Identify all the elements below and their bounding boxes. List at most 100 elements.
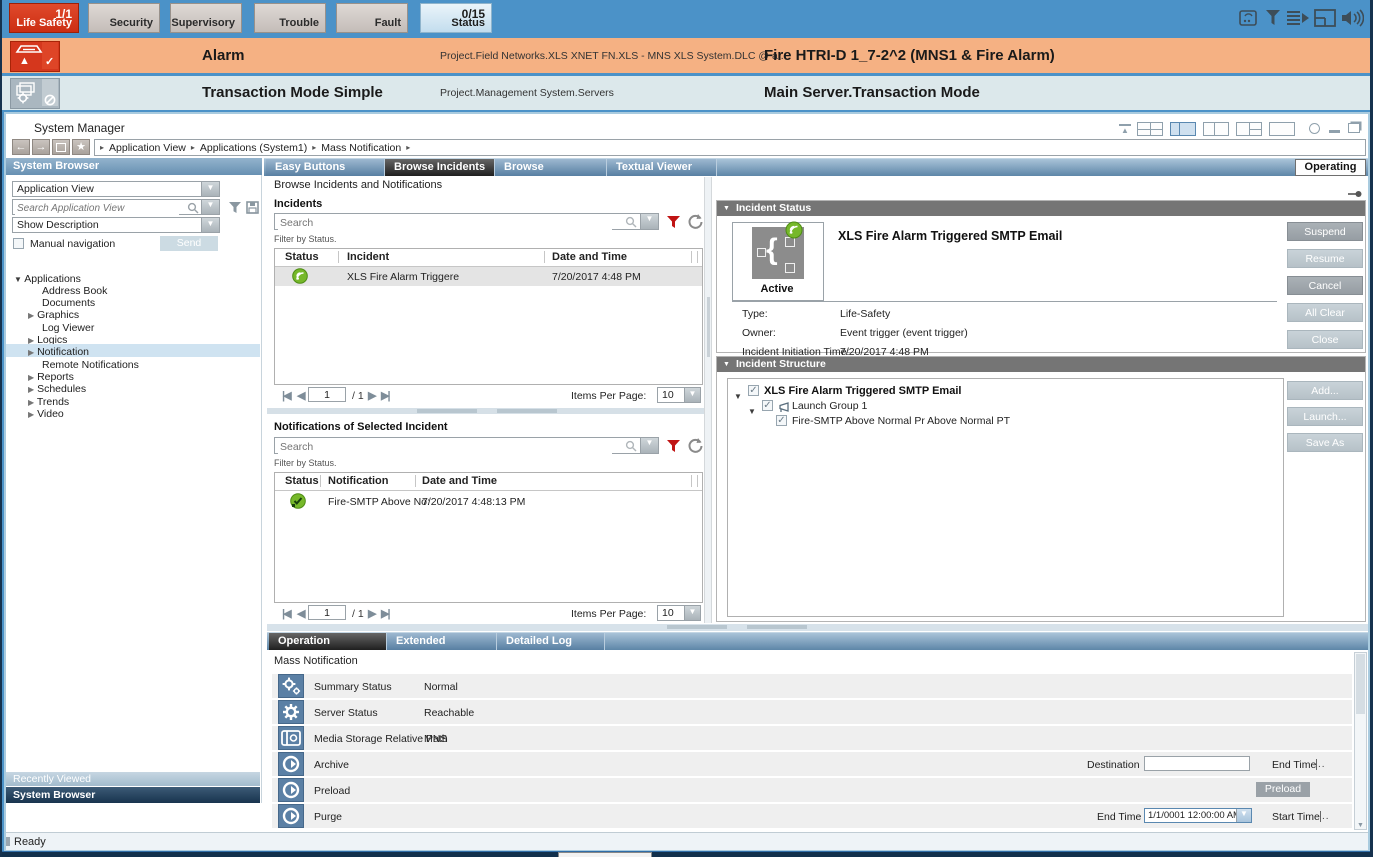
notifications-search[interactable] <box>274 437 659 454</box>
search-input[interactable] <box>15 201 179 215</box>
structure-root-label[interactable]: XLS Fire Alarm Triggered SMTP Email <box>764 385 961 397</box>
chevron-down-icon[interactable] <box>201 182 219 196</box>
chevron-down-icon[interactable] <box>201 218 219 232</box>
structure-checkbox[interactable] <box>748 385 759 396</box>
structure-group-label[interactable]: Launch Group 1 <box>792 400 867 412</box>
cancel-button[interactable]: Cancel <box>1287 276 1363 295</box>
manual-navigation-checkbox[interactable] <box>13 238 24 249</box>
launch-button[interactable]: Launch... <box>1287 407 1363 426</box>
add-button[interactable]: Add... <box>1287 381 1363 400</box>
table-row[interactable]: XLS Fire Alarm Triggere 7/20/2017 4:48 P… <box>275 267 702 286</box>
alarm-banner[interactable]: ▲ ✓ Alarm Project.Field Networks.XLS XNE… <box>2 38 1370 73</box>
refresh-icon[interactable] <box>687 213 704 235</box>
tree-item-schedules[interactable]: Schedules <box>28 383 86 395</box>
expander-icon[interactable] <box>28 383 34 395</box>
chevron-down-icon[interactable] <box>201 200 219 214</box>
event-summary-icon[interactable] <box>1239 9 1261 27</box>
layout-grid4-icon[interactable] <box>1137 122 1163 136</box>
tree-item-trends[interactable]: Trends <box>28 396 69 408</box>
structure-checkbox[interactable] <box>762 400 773 411</box>
taskbar-button[interactable] <box>558 852 652 857</box>
horizontal-splitter[interactable] <box>267 408 709 414</box>
fault-button[interactable]: Fault <box>336 3 408 33</box>
expander-icon[interactable] <box>734 386 742 404</box>
tree-item-graphics[interactable]: Graphics <box>28 309 79 321</box>
minimize-icon[interactable] <box>1329 130 1340 133</box>
expander-icon[interactable] <box>748 401 756 419</box>
table-header[interactable]: Status Incident Date and Time <box>275 249 702 267</box>
incidents-search[interactable] <box>274 213 659 230</box>
close-button[interactable]: Close <box>1287 330 1363 349</box>
restore-icon[interactable] <box>1348 123 1360 133</box>
tab-extended-operation[interactable]: Extended Operation <box>387 633 497 650</box>
incident-status-header[interactable]: Incident Status <box>717 201 1365 216</box>
layout-single-icon[interactable] <box>1269 122 1295 136</box>
search-icon[interactable] <box>625 216 637 231</box>
speaker-icon[interactable] <box>1340 8 1362 26</box>
trouble-button[interactable]: Trouble <box>254 3 326 33</box>
suspend-button[interactable]: Suspend <box>1287 222 1363 241</box>
tab-browse-notifications[interactable]: Browse Notifications <box>495 159 607 176</box>
transaction-banner[interactable]: Transaction Mode Simple Project.Manageme… <box>2 76 1370 110</box>
last-page-icon[interactable] <box>381 607 389 620</box>
favorites-star-icon[interactable]: ★ <box>72 139 90 155</box>
collapse-icon[interactable]: ▲ <box>1119 124 1131 135</box>
preload-button[interactable]: Preload <box>1256 782 1310 797</box>
incident-structure-header[interactable]: Incident Structure <box>717 357 1365 372</box>
expander-icon[interactable] <box>28 309 34 321</box>
operating-mode-button[interactable]: Operating <box>1295 159 1366 176</box>
layout-grid2-icon[interactable] <box>1236 122 1262 136</box>
window-layout-icon[interactable] <box>1314 9 1336 27</box>
tree-item-documents[interactable]: Documents <box>42 297 95 309</box>
tree-item-video[interactable]: Video <box>28 408 64 420</box>
scrollbar-thumb[interactable] <box>1356 654 1365 714</box>
send-button[interactable]: Send <box>160 236 218 251</box>
all-clear-button[interactable]: All Clear <box>1287 303 1363 322</box>
tab-operation[interactable]: Operation <box>269 633 387 650</box>
vertical-splitter[interactable] <box>704 177 712 623</box>
tree-item-remote-notifications[interactable]: Remote Notifications <box>42 359 139 371</box>
save-icon[interactable] <box>246 201 259 219</box>
table-header[interactable]: Status Notification Date and Time <box>275 473 702 491</box>
tree-item-notification[interactable]: Notification <box>28 346 89 358</box>
status-button[interactable]: 0/15 Status <box>420 3 492 33</box>
chevron-down-icon[interactable] <box>640 214 658 229</box>
first-page-icon[interactable] <box>282 389 290 402</box>
filter-active-icon[interactable] <box>666 439 681 459</box>
breadcrumb-item[interactable]: Mass Notification <box>321 142 401 154</box>
layout-left-pane-icon[interactable] <box>1170 122 1196 136</box>
breadcrumb[interactable]: Application ViewApplications (System1)Ma… <box>94 139 1366 156</box>
description-dropdown[interactable]: Show Description <box>12 217 220 233</box>
forward-icon[interactable]: → <box>32 139 50 155</box>
tab-textual-viewer[interactable]: Textual Viewer <box>607 159 717 176</box>
tree-item-log-viewer[interactable]: Log Viewer <box>42 322 94 334</box>
tree-filter-icon[interactable] <box>228 201 242 220</box>
destination-input[interactable] <box>1144 756 1250 771</box>
search-input[interactable] <box>278 215 612 230</box>
ellipsis-icon[interactable]: .. <box>1316 759 1326 770</box>
chevron-down-icon[interactable] <box>684 606 700 620</box>
last-page-icon[interactable] <box>381 389 389 402</box>
expander-icon[interactable] <box>28 396 34 408</box>
resume-button[interactable]: Resume <box>1287 249 1363 268</box>
tab-browse-incidents[interactable]: Browse Incidents <box>385 159 495 176</box>
ellipsis-icon[interactable]: .. <box>1320 811 1330 822</box>
items-per-page-select[interactable]: 10 <box>657 605 701 621</box>
scroll-down-icon[interactable]: ▼ <box>1357 822 1364 829</box>
history-icon[interactable] <box>52 139 70 155</box>
pin-window-icon[interactable] <box>1309 123 1320 134</box>
chevron-down-icon[interactable] <box>684 388 700 402</box>
table-row[interactable]: Fire-SMTP Above No: 7/20/2017 4:48:13 PM <box>275 491 702 511</box>
view-dropdown[interactable]: Application View <box>12 181 220 197</box>
tree-item-address-book[interactable]: Address Book <box>42 285 107 297</box>
search-icon[interactable] <box>625 440 637 455</box>
items-per-page-select[interactable]: 10 <box>657 387 701 403</box>
recently-viewed-bar[interactable]: Recently Viewed <box>6 772 260 786</box>
expander-icon[interactable] <box>28 371 34 383</box>
save-as-button[interactable]: Save As <box>1287 433 1363 452</box>
layout-split-icon[interactable] <box>1203 122 1229 136</box>
security-button[interactable]: Security <box>88 3 160 33</box>
chevron-down-icon[interactable] <box>1236 809 1251 822</box>
search-icon[interactable] <box>187 202 199 217</box>
tree-item-reports[interactable]: Reports <box>28 371 74 383</box>
